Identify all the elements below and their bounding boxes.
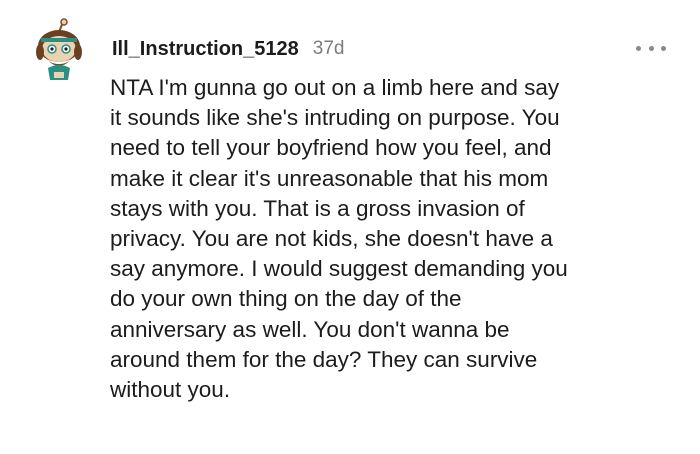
comment-line: need to tell your boyfriend how you feel… xyxy=(110,135,552,161)
comment-line: without you. xyxy=(110,377,231,403)
more-horizontal-icon[interactable] xyxy=(636,38,666,58)
comment-line: it sounds like she's intruding on purpos… xyxy=(110,105,560,131)
comment-line: NTA I'm gunna go out on a limb here and … xyxy=(110,75,560,100)
comment-body: NTA I'm gunna go out on a limb here and … xyxy=(110,73,680,405)
comment: Ill_Instruction_5128 37d NTA I'm gunna g… xyxy=(0,0,700,454)
comment-header: Ill_Instruction_5128 37d xyxy=(112,34,344,64)
comment-line: do your own thing on the day of the xyxy=(110,286,462,312)
snoo-avatar-icon xyxy=(36,18,82,80)
comment-line: say anymore. I would suggest demanding y… xyxy=(110,256,568,282)
username-link[interactable]: Ill_Instruction_5128 xyxy=(112,38,299,61)
avatar[interactable] xyxy=(32,18,86,82)
comment-line: anniversary as well. You don't wanna be xyxy=(110,316,510,342)
comment-line: around them for the day? They can surviv… xyxy=(110,346,538,372)
more-dot xyxy=(661,45,666,51)
comment-age: 37d xyxy=(312,38,345,59)
comment-line: stays with you. That is a gross invasion… xyxy=(110,195,525,221)
more-dot xyxy=(636,45,641,51)
comment-line: make it clear it's unreasonable that his… xyxy=(110,165,549,191)
comment-line: privacy. You are not kids, she doesn't h… xyxy=(110,226,553,252)
more-dot xyxy=(648,45,654,51)
